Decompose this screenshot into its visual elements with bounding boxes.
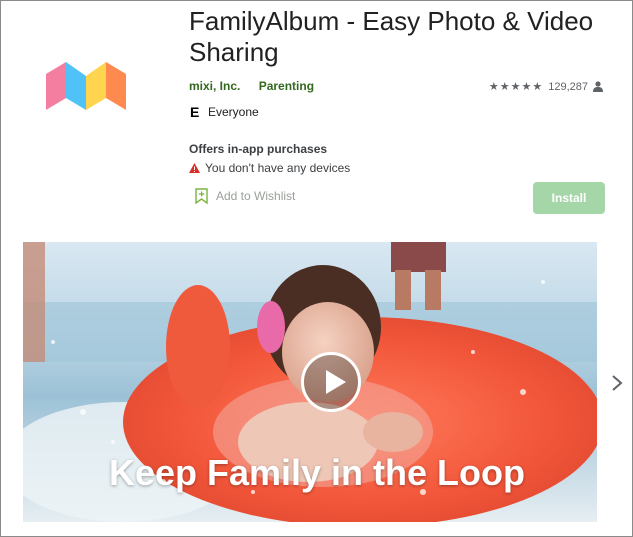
device-warning: You don't have any devices — [189, 161, 350, 175]
wishlist-label: Add to Wishlist — [216, 189, 296, 203]
promo-tagline: Keep Family in the Loop — [108, 452, 526, 493]
app-logo-icon — [46, 62, 126, 110]
app-title: FamilyAlbum - Easy Photo & Video Sharing — [189, 6, 594, 67]
content-rating-label: Everyone — [208, 104, 259, 119]
add-to-wishlist-button[interactable]: Add to Wishlist — [195, 188, 295, 204]
in-app-purchases-note: Offers in-app purchases — [189, 142, 328, 156]
rating-summary: ★★★★★ 129,287 — [489, 80, 603, 93]
category-link[interactable]: Parenting — [259, 79, 314, 93]
chevron-right-icon[interactable] — [610, 373, 624, 393]
device-warning-text: You don't have any devices — [205, 161, 351, 175]
person-icon — [593, 81, 603, 92]
warning-icon — [189, 163, 200, 173]
svg-text:E: E — [190, 104, 199, 119]
content-rating: E Everyone — [189, 104, 259, 119]
rating-stars: ★★★★★ — [488, 81, 544, 93]
promo-video[interactable]: Keep Family in the Loop — [23, 242, 597, 522]
rating-count: 129,287 — [548, 80, 588, 93]
developer-link[interactable]: mixi, Inc. — [189, 79, 240, 93]
esrb-e-icon: E — [189, 104, 201, 119]
play-icon[interactable] — [301, 352, 361, 412]
meta-row: mixi, Inc. Parenting — [189, 79, 314, 93]
bookmark-add-icon — [195, 188, 208, 204]
install-button[interactable]: Install — [533, 182, 605, 214]
